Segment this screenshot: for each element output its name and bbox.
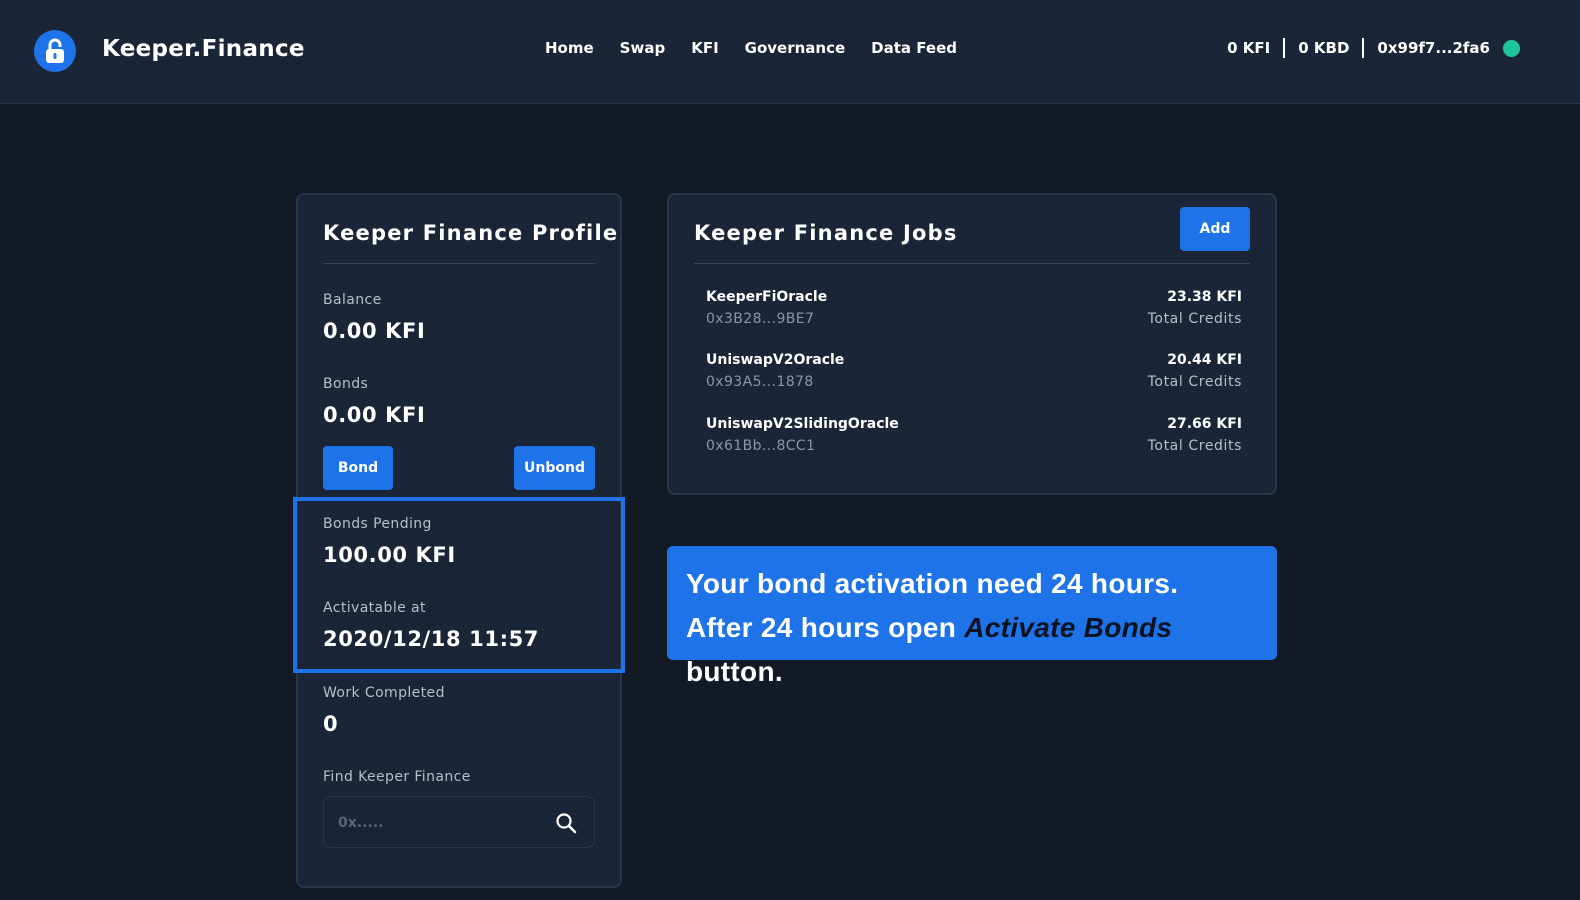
brand-name[interactable]: Keeper.Finance (102, 36, 305, 62)
job-name: KeeperFiOracle (706, 289, 828, 305)
wallet-address[interactable]: 0x99f7...2fa6 (1377, 39, 1490, 57)
search-box (323, 796, 595, 848)
balance-value: 0.00 KFI (323, 319, 426, 343)
unbond-button[interactable]: Unbond (514, 446, 595, 490)
bond-activation-notice: Your bond activation need 24 hours. Afte… (667, 546, 1277, 687)
notice-line-1: Your bond activation need 24 hours. (686, 568, 1179, 599)
job-credits: 23.38 KFI (1167, 289, 1242, 305)
lock-icon[interactable] (34, 30, 76, 72)
job-name: UniswapV2SlidingOracle (706, 416, 899, 432)
wallet-info: 0 KFI 0 KBD 0x99f7...2fa6 (1227, 38, 1520, 58)
job-name: UniswapV2Oracle (706, 352, 845, 368)
job-address: 0x3B28...9BE7 (706, 311, 815, 327)
find-keeper-label: Find Keeper Finance (323, 769, 471, 785)
bonds-label: Bonds (323, 376, 369, 392)
jobs-card: Keeper Finance Jobs Add KeeperFiOracle 0… (667, 193, 1277, 495)
connection-status-icon (1503, 39, 1520, 57)
search-input[interactable] (338, 811, 538, 835)
work-completed-value: 0 (323, 712, 339, 736)
nav-kfi[interactable]: KFI (691, 39, 718, 57)
kfi-balance: 0 KFI (1227, 39, 1271, 57)
work-completed-label: Work Completed (323, 685, 445, 701)
job-credits: 20.44 KFI (1167, 352, 1242, 368)
job-credits-label: Total Credits (1147, 311, 1242, 327)
nav-governance[interactable]: Governance (745, 39, 846, 57)
nav-data-feed[interactable]: Data Feed (871, 39, 957, 57)
notice-line-2-pre: After 24 hours open (686, 612, 965, 643)
bonds-value: 0.00 KFI (323, 403, 426, 427)
job-row[interactable]: KeeperFiOracle 0x3B28...9BE7 23.38 KFI T… (706, 289, 1242, 333)
job-row[interactable]: UniswapV2Oracle 0x93A5...1878 20.44 KFI … (706, 352, 1242, 396)
divider (323, 263, 595, 264)
add-job-button[interactable]: Add (1180, 207, 1250, 251)
search-icon[interactable] (554, 811, 578, 835)
profile-title: Keeper Finance Profile (323, 221, 619, 245)
job-credits-label: Total Credits (1147, 438, 1242, 454)
job-credits-label: Total Credits (1147, 374, 1242, 390)
job-row[interactable]: UniswapV2SlidingOracle 0x61Bb...8CC1 27.… (706, 416, 1242, 460)
job-credits: 27.66 KFI (1167, 416, 1242, 432)
activate-bonds-emphasis: Activate Bonds (964, 612, 1173, 643)
divider (694, 263, 1250, 264)
job-address: 0x61Bb...8CC1 (706, 438, 816, 454)
main-nav: Home Swap KFI Governance Data Feed (545, 39, 957, 57)
notice-line-2: After 24 hours open Activate Bonds butto… (686, 606, 1277, 694)
kbd-balance: 0 KBD (1298, 39, 1350, 57)
nav-home[interactable]: Home (545, 39, 594, 57)
jobs-title: Keeper Finance Jobs (694, 221, 958, 245)
notice-line-2-post: button. (686, 656, 783, 687)
separator (1362, 38, 1365, 58)
separator (1283, 38, 1286, 58)
balance-label: Balance (323, 292, 382, 308)
top-header: Keeper.Finance Home Swap KFI Governance … (0, 0, 1580, 104)
job-address: 0x93A5...1878 (706, 374, 814, 390)
nav-swap[interactable]: Swap (620, 39, 666, 57)
bonds-pending-highlight (293, 497, 625, 673)
bond-button[interactable]: Bond (323, 446, 393, 490)
